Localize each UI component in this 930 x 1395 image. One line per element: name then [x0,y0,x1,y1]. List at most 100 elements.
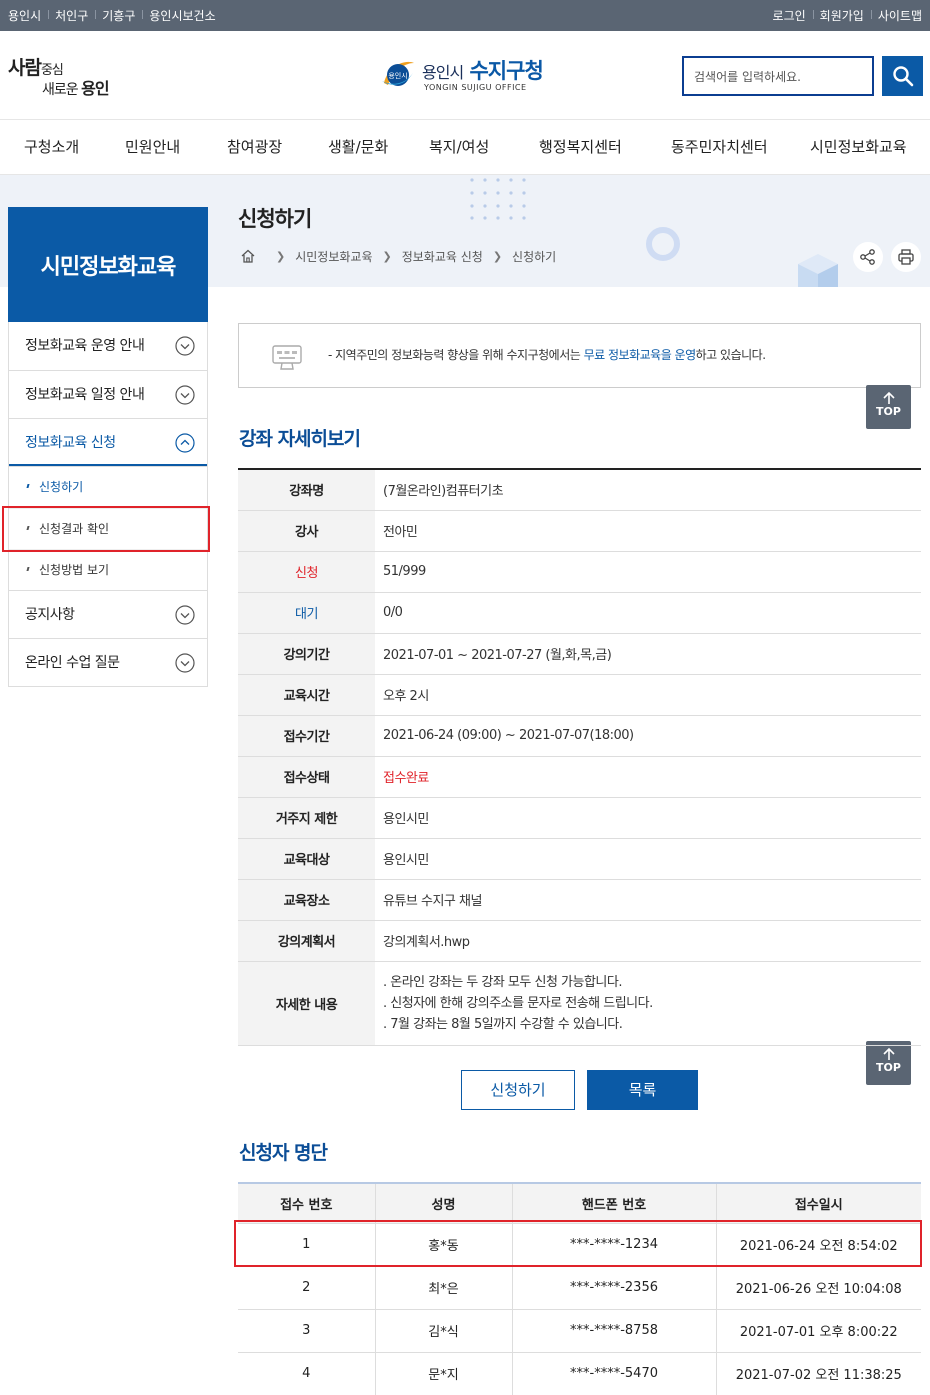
residence-limit-value: 용인시민 [383,812,429,827]
notice-box: - 지역주민의 정보화능력 향상을 위해 수지구청에서는 무료 정보화교육을 운… [238,323,921,388]
detail-label-applied: 신청 [238,551,375,592]
cell-receipt-no: 3 [238,1309,376,1353]
computer-education-icon [272,345,302,370]
table-row: 2 최*은 ***-****-2356 2021-06-26 오전 10:04:… [238,1266,921,1310]
arrow-up-icon [882,1047,895,1060]
detail-label: 접수기간 [238,715,375,756]
decorative-ring [646,227,680,261]
highlight-box-first-row [234,1220,922,1267]
site-logo[interactable]: 용인시 용인시 수지구청 YONGIN SUJIGU OFFICE [380,55,560,97]
detail-label: 접수상태 [238,756,375,797]
chevron-right-icon: ❯ [492,249,503,263]
detail-row: 거주지 제한 용인시민 [238,797,921,838]
search-button[interactable] [882,56,923,96]
notice-text: - 지역주민의 정보화능력 향상을 위해 수지구청에서는 무료 정보화교육을 운… [328,348,766,362]
column-header: 성명 [375,1183,513,1224]
side-item-online-question[interactable]: 온라인 수업 질문 [9,638,207,686]
side-item-application[interactable]: 정보화교육 신청 [9,418,207,466]
course-name-value: (7월온라인)컴퓨터기초 [383,484,504,500]
cell-name: 문*지 [375,1352,513,1395]
nav-office-intro[interactable]: 구청소개 [24,120,79,174]
link-health-center[interactable]: 용인시보건소 [142,7,222,24]
sitemap-link[interactable]: 사이트맵 [870,7,922,24]
side-subitem-how-to-apply[interactable]: 신청방법 보기 [9,549,207,590]
detail-row: 대기 0/0 [238,592,921,633]
detail-row: 강의계획서 강의계획서.hwp [238,920,921,961]
scroll-top-button[interactable]: TOP [866,385,911,429]
home-icon[interactable] [240,248,256,264]
registration-period-value: 2021-06-24 (09:00) ~ 2021-07-07(18:00) [383,728,634,743]
utility-bar: 용인시 처인구 기흥구 용인시보건소 로그인 회원가입 사이트맵 [0,0,930,31]
instructor-value: 전아민 [383,525,418,540]
detail-row: 자세한 내용 . 온라인 강좌는 두 강좌 모두 신청 가능합니다. . 신청자… [238,961,921,1045]
side-item-label: 정보화교육 운영 안내 [25,338,145,354]
details-line: . 신청자에 한해 강의주소를 문자로 전송해 드립니다. [383,995,653,1011]
detail-row: 강좌명 (7월온라인)컴퓨터기초 [238,469,921,510]
side-subitem-apply[interactable]: 신청하기 [9,467,207,508]
breadcrumb-item[interactable]: 시민정보화교육 [295,248,372,265]
link-cheoin-gu[interactable]: 처인구 [48,7,95,24]
detail-label: 거주지 제한 [238,797,375,838]
decorative-cube [798,254,838,287]
table-row: 4 문*지 ***-****-5470 2021-07-02 오전 11:38:… [238,1352,921,1395]
nav-citizen-it-education[interactable]: 시민정보화교육 [810,120,907,174]
details-value: . 온라인 강좌는 두 강좌 모두 신청 가능합니다. . 신청자에 한해 강의… [375,961,921,1045]
login-link[interactable]: 로그인 [766,7,813,24]
apply-button[interactable]: 신청하기 [461,1070,575,1110]
side-item-notice[interactable]: 공지사항 [9,590,207,638]
logo-office-name: 수지구청 [469,59,543,83]
detail-label: 강좌명 [238,469,375,510]
syllabus-file-link[interactable]: 강의계획서.hwp [375,920,921,961]
chevron-down-icon [175,653,195,673]
section-title-course-detail: 강좌 자세히보기 [239,428,361,450]
table-header-row: 접수 번호 성명 핸드폰 번호 접수일시 [238,1183,921,1224]
print-button[interactable] [891,242,921,272]
link-giheung-gu[interactable]: 기흥구 [95,7,142,24]
nav-welfare-women[interactable]: 복지/여성 [429,120,489,174]
side-item-label: 정보화교육 신청 [25,435,116,451]
side-item-operation-guide[interactable]: 정보화교육 운영 안내 [9,322,207,370]
nav-admin-welfare-center[interactable]: 행정복지센터 [539,120,622,174]
scroll-top-button[interactable]: TOP [866,1041,911,1085]
breadcrumb: ❯ 시민정보화교육 ❯ 정보화교육 신청 ❯ 신청하기 [240,247,556,265]
table-row: 3 김*식 ***-****-8758 2021-07-01 오후 8:00:2… [238,1309,921,1353]
share-button[interactable] [853,242,883,272]
logo-english-name: YONGIN SUJIGU OFFICE [424,83,527,92]
detail-row: 교육장소 유튜브 수지구 채널 [238,879,921,920]
detail-row: 접수기간 2021-06-24 (09:00) ~ 2021-07-07(18:0… [238,715,921,756]
nav-life-culture[interactable]: 생활/문화 [328,120,388,174]
chevron-right-icon: ❯ [276,249,286,263]
column-header: 핸드폰 번호 [512,1183,717,1224]
side-item-label: 온라인 수업 질문 [25,655,120,671]
detail-label: 교육시간 [238,674,375,715]
chevron-right-icon: ❯ [382,249,392,263]
target-value: 용인시민 [383,853,429,868]
link-yongin-city[interactable]: 용인시 [8,7,48,24]
detail-label: 교육장소 [238,879,375,920]
signup-link[interactable]: 회원가입 [812,7,871,24]
list-button[interactable]: 목록 [587,1070,698,1110]
cell-datetime: 2021-07-02 오전 11:38:25 [716,1352,921,1395]
breadcrumb-item[interactable]: 정보화교육 신청 [402,248,483,265]
nav-participation[interactable]: 참여광장 [227,120,282,174]
side-menu-title: 시민정보화교육 [8,207,208,322]
search-icon [892,66,913,87]
nav-resident-autonomy-center[interactable]: 동주민자치센터 [671,120,768,174]
nav-civil-service[interactable]: 민원안내 [125,120,180,174]
class-time-value: 오후 2시 [383,689,429,704]
detail-label-waiting: 대기 [238,592,375,633]
side-menu: 정보화교육 운영 안내 정보화교육 일정 안내 정보화교육 신청 신청하기 신청… [8,322,208,687]
search-input[interactable]: 검색어를 입력하세요. [682,56,874,96]
location-value: 유튜브 수지구 채널 [383,894,482,909]
applied-count-value: 51/999 [383,564,426,579]
slogan-word-4: 용인 [81,79,109,98]
breadcrumb-current: 신청하기 [512,249,557,264]
details-line: . 온라인 강좌는 두 강좌 모두 신청 가능합니다. [383,974,622,990]
print-icon [898,249,914,265]
registration-status-value: 접수완료 [383,771,429,786]
side-item-schedule-guide[interactable]: 정보화교육 일정 안내 [9,370,207,418]
detail-row: 교육대상 용인시민 [238,838,921,879]
city-slogan-logo[interactable]: 사람중심 새로운 용인 [8,53,118,99]
yongin-emblem-icon: 용인시 [382,61,414,86]
chevron-down-icon [175,605,195,625]
